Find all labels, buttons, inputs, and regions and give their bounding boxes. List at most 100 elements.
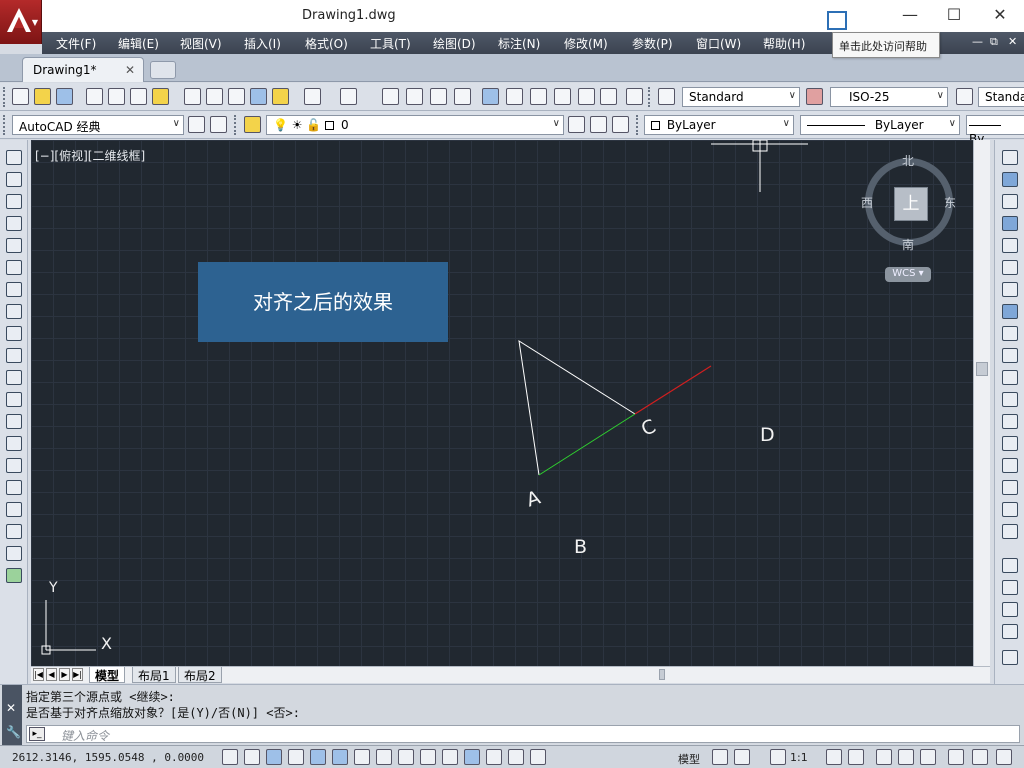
design-center-icon[interactable]	[506, 88, 523, 105]
match-properties-icon[interactable]	[250, 88, 267, 105]
quick-properties-icon[interactable]	[486, 749, 502, 765]
send-under-icon[interactable]	[1002, 624, 1018, 639]
snap-mode-icon[interactable]	[244, 749, 260, 765]
menu-file[interactable]: 文件(F)	[56, 35, 96, 52]
trim-icon[interactable]	[1002, 348, 1018, 363]
toolbar-lock-icon[interactable]	[898, 749, 914, 765]
drawing-canvas[interactable]: [−][俯视][二维线框] 对齐之后的效果 A B C D Y X 上 北 南 …	[31, 140, 973, 666]
object-snap-tracking-icon[interactable]	[376, 749, 392, 765]
gradient-icon[interactable]	[6, 480, 22, 495]
dim-style-select[interactable]: ISO-25 ∨	[830, 87, 948, 107]
point-icon[interactable]	[6, 436, 22, 451]
undo-icon[interactable]	[304, 88, 321, 105]
doc-close-button[interactable]: ✕	[1008, 35, 1017, 48]
lineweight-select[interactable]: By	[966, 115, 1024, 146]
text-style-select[interactable]: Standard ∨	[682, 87, 800, 107]
close-command-icon[interactable]: ✕	[6, 701, 16, 715]
hardware-acceleration-icon[interactable]	[920, 749, 936, 765]
make-current-layer-icon[interactable]	[568, 116, 585, 133]
previous-layout-icon[interactable]: ◀	[46, 668, 57, 681]
next-layout-icon[interactable]: ▶	[59, 668, 70, 681]
draw-order-back-icon[interactable]	[1002, 580, 1018, 595]
ortho-mode-icon[interactable]	[288, 749, 304, 765]
command-window-handle[interactable]: ✕ 🔧	[2, 685, 22, 745]
array-icon[interactable]	[1002, 238, 1018, 253]
workspace-switching-icon[interactable]	[876, 749, 892, 765]
draw-order-front-icon[interactable]	[1002, 558, 1018, 573]
polygon-icon[interactable]	[6, 216, 22, 231]
model-space-button[interactable]: 模型	[678, 751, 700, 767]
transparency-icon[interactable]	[464, 749, 480, 765]
print-preview-icon[interactable]	[108, 88, 125, 105]
application-menu-button[interactable]: ▼	[0, 0, 42, 44]
3d-object-snap-icon[interactable]	[354, 749, 370, 765]
selection-cycling-icon[interactable]	[508, 749, 524, 765]
chamfer-icon[interactable]	[1002, 458, 1018, 473]
last-layout-icon[interactable]: ▶|	[72, 668, 83, 681]
region-icon[interactable]	[6, 502, 22, 517]
hatch-icon[interactable]	[6, 458, 22, 473]
menu-help[interactable]: 帮助(H)	[763, 35, 805, 52]
rotate-icon[interactable]	[1002, 282, 1018, 297]
horizontal-scroll-thumb[interactable]	[659, 669, 665, 680]
paste-icon[interactable]	[228, 88, 245, 105]
viewcube-east[interactable]: 东	[944, 194, 956, 211]
construction-line-icon[interactable]	[6, 172, 22, 187]
rectangle-icon[interactable]	[6, 238, 22, 253]
status-menu-icon[interactable]	[972, 749, 988, 765]
copy-object-icon[interactable]	[1002, 172, 1018, 187]
menu-dimension[interactable]: 标注(N)	[498, 35, 540, 52]
menu-modify[interactable]: 修改(M)	[564, 35, 608, 52]
circle-icon[interactable]	[6, 282, 22, 297]
dynamic-ucs-icon[interactable]	[398, 749, 414, 765]
move-icon[interactable]	[1002, 260, 1018, 275]
isolate-objects-icon[interactable]	[948, 749, 964, 765]
grid-display-icon[interactable]	[266, 749, 282, 765]
layer-previous-icon[interactable]	[590, 116, 607, 133]
menu-tools[interactable]: 工具(T)	[370, 35, 411, 52]
text-style-icon[interactable]	[658, 88, 675, 105]
menu-window[interactable]: 窗口(W)	[696, 35, 741, 52]
infer-constraints-icon[interactable]	[222, 749, 238, 765]
workspace-select[interactable]: AutoCAD 经典 ∨	[12, 115, 184, 135]
lineweight-icon[interactable]	[442, 749, 458, 765]
extend-icon[interactable]	[1002, 370, 1018, 385]
viewcube-north[interactable]: 北	[902, 152, 914, 169]
mirror-icon[interactable]	[1002, 194, 1018, 209]
clean-screen-icon[interactable]	[996, 749, 1012, 765]
help-icon[interactable]	[626, 88, 643, 105]
triangle-shape[interactable]	[518, 339, 636, 476]
spline-icon[interactable]	[6, 326, 22, 341]
zoom-previous-icon[interactable]	[454, 88, 471, 105]
block-editor-icon[interactable]	[272, 88, 289, 105]
viewcube-south[interactable]: 南	[902, 236, 914, 253]
sheet-set-icon[interactable]	[554, 88, 571, 105]
break-at-point-icon[interactable]	[1002, 392, 1018, 407]
menu-insert[interactable]: 插入(I)	[244, 35, 281, 52]
minimize-button[interactable]: —	[895, 4, 925, 26]
doc-minimize-button[interactable]: —	[972, 35, 983, 48]
red-alignment-line[interactable]	[634, 365, 712, 415]
close-button[interactable]: ✕	[985, 4, 1015, 26]
revision-cloud-icon[interactable]	[6, 304, 22, 319]
quick-view-layouts-icon[interactable]	[712, 749, 728, 765]
menu-format[interactable]: 格式(O)	[305, 35, 348, 52]
coordinate-readout[interactable]: 2612.3146, 1595.0548 , 0.0000	[12, 751, 204, 764]
insert-block-icon[interactable]	[6, 392, 22, 407]
layer-manager-icon[interactable]	[244, 116, 261, 133]
fillet-icon[interactable]	[1002, 480, 1018, 495]
linetype-select[interactable]: ByLayer ∨	[800, 115, 960, 135]
blend-curves-icon[interactable]	[1002, 502, 1018, 517]
tab-model[interactable]: 模型	[89, 667, 126, 683]
dim-style-icon[interactable]	[806, 88, 823, 105]
new-tab-button[interactable]	[150, 61, 176, 79]
join-icon[interactable]	[1002, 436, 1018, 451]
annotation-visibility-icon[interactable]	[826, 749, 842, 765]
arc-icon[interactable]	[6, 260, 22, 275]
annotation-scale-icon[interactable]	[770, 749, 786, 765]
calculator-icon[interactable]	[600, 88, 617, 105]
properties-icon[interactable]	[482, 88, 499, 105]
layer-select[interactable]: 💡 ☀ 🔓 0 ∨	[266, 115, 564, 135]
overflow-chevron-icon[interactable]	[1002, 650, 1018, 665]
erase-icon[interactable]	[1002, 150, 1018, 165]
